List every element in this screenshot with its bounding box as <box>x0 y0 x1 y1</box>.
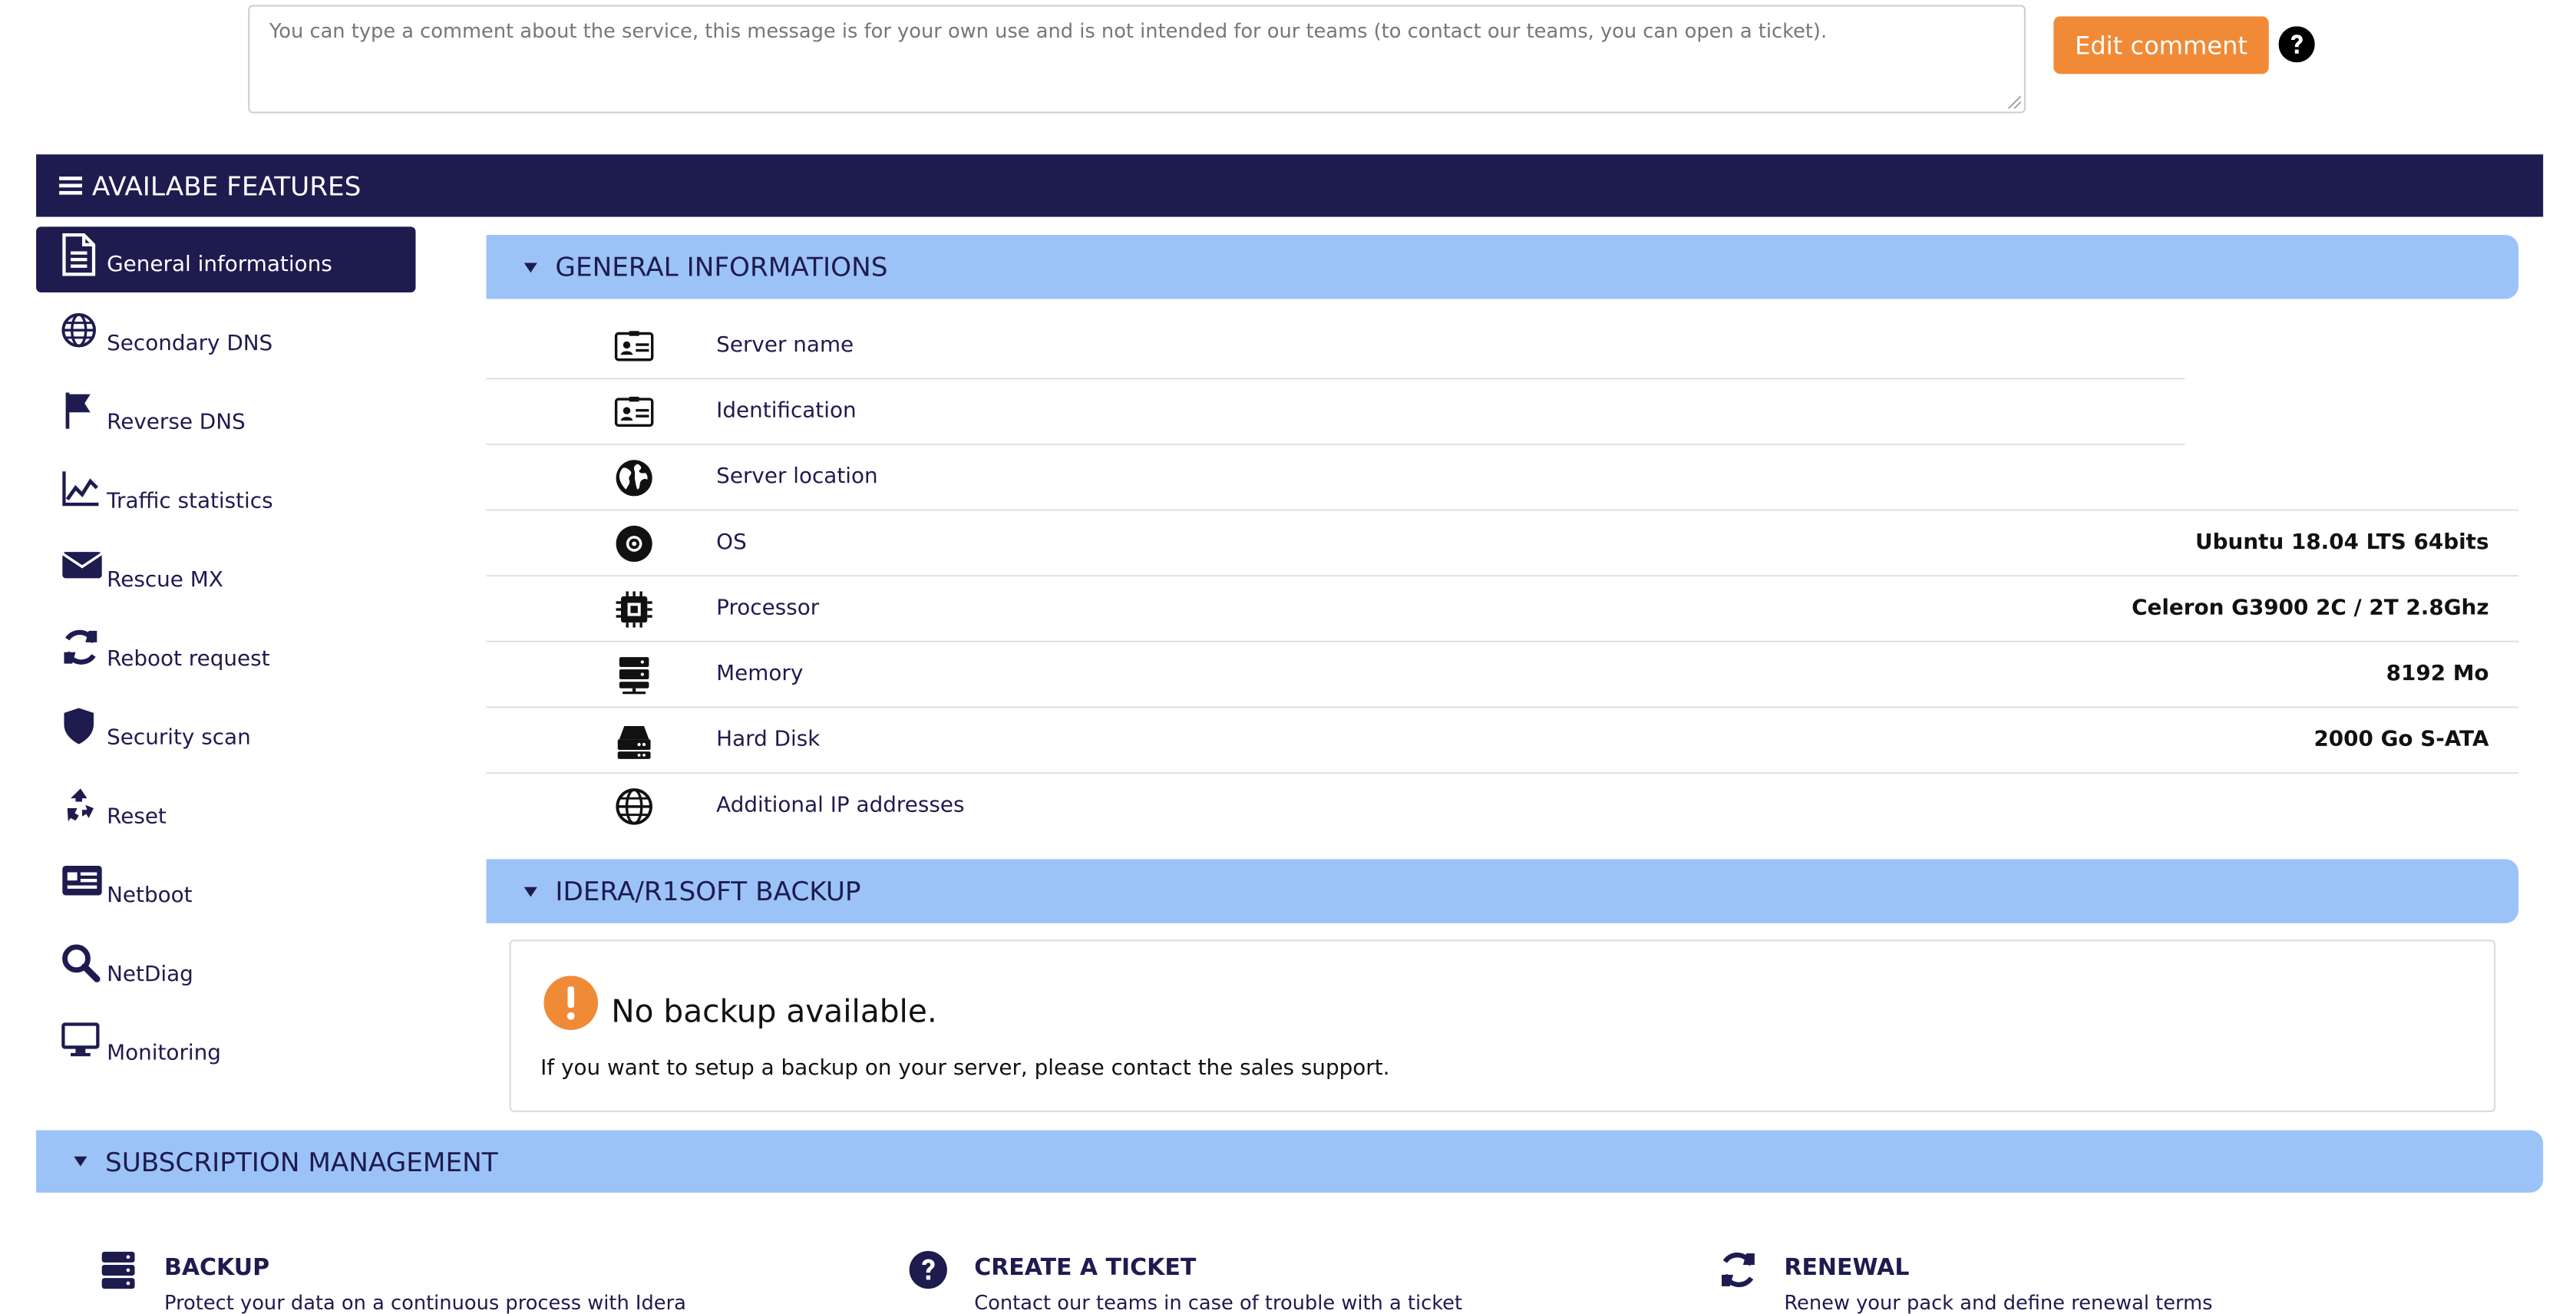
globe-icon <box>616 788 652 825</box>
row-label: Hard Disk <box>716 728 821 753</box>
features-title: AVAILABE FEATURES <box>91 170 362 202</box>
disc-icon <box>616 525 652 562</box>
caret-down-icon <box>74 1156 88 1167</box>
menu-icon <box>59 177 83 195</box>
row-value: Ubuntu 18.04 LTS 64bits <box>2195 530 2489 556</box>
sidebar-item-netboot[interactable]: Netboot <box>36 857 415 923</box>
section-title: IDERA/R1SOFT BACKUP <box>555 875 861 907</box>
sidebar-item-reboot-request[interactable]: Reboot request <box>36 621 415 687</box>
document-icon <box>62 233 96 276</box>
sidebar-item-label: Rescue MX <box>107 567 223 593</box>
sidebar-item-rescue-mx[interactable]: Rescue MX <box>36 542 415 608</box>
sidebar-item-label: General informations <box>107 252 332 277</box>
sidebar-item-security-scan[interactable]: Security scan <box>36 700 415 766</box>
info-row-hard-disk: Hard Disk 2000 Go S-ATA <box>486 708 2519 774</box>
refresh-icon <box>64 629 97 665</box>
sidebar-item-label: Reset <box>107 804 167 829</box>
row-label: Identification <box>716 399 857 424</box>
refresh-icon <box>1722 1252 1755 1287</box>
server-icon <box>101 1251 135 1289</box>
sidebar-item-label: Security scan <box>107 725 251 751</box>
exclamation-circle-icon <box>543 976 599 1030</box>
tile-title: CREATE A TICKET <box>974 1255 1197 1282</box>
row-label: Processor <box>716 596 820 622</box>
sidebar-item-traffic-statistics[interactable]: Traffic statistics <box>36 464 415 530</box>
tile-description: Protect your data on a continuous proces… <box>164 1291 686 1314</box>
info-row-additional-ip: Additional IP addresses <box>487 774 2519 840</box>
monitor-icon <box>61 1022 100 1057</box>
chip-icon <box>616 591 652 628</box>
subscription-management-header[interactable]: SUBSCRIPTION MANAGEMENT <box>36 1130 2544 1193</box>
sidebar-item-reset[interactable]: Reset <box>36 779 415 845</box>
row-value: 2000 Go S-ATA <box>2313 728 2489 753</box>
caret-down-icon <box>523 886 537 896</box>
envelope-icon <box>61 552 103 579</box>
backup-message: No backup available. <box>611 993 937 1030</box>
comment-placeholder: You can type a comment about the service… <box>269 19 1828 43</box>
row-label: Server name <box>716 333 854 358</box>
sidebar-item-label: Monitoring <box>107 1040 221 1065</box>
section-title: SUBSCRIPTION MANAGEMENT <box>104 1145 498 1177</box>
caret-down-icon <box>523 262 537 272</box>
id-card-icon <box>62 865 102 896</box>
info-row-processor: Processor Celeron G3900 2C / 2T 2.8Ghz <box>486 576 2519 642</box>
sidebar-item-general-informations[interactable]: General informations <box>36 226 416 292</box>
tile-title: RENEWAL <box>1784 1255 1910 1282</box>
globe-icon <box>61 312 96 348</box>
backup-detail: If you want to setup a backup on your se… <box>540 1056 1390 1081</box>
hdd-icon <box>617 726 651 759</box>
tile-title: BACKUP <box>164 1255 270 1282</box>
sidebar-item-label: Reboot request <box>107 646 270 672</box>
shield-icon <box>64 708 94 744</box>
area-chart-icon <box>62 471 99 507</box>
section-title: GENERAL INFORMATIONS <box>555 251 888 283</box>
sidebar-item-secondary-dns[interactable]: Secondary DNS <box>36 305 415 371</box>
info-row-server-name: Server name <box>486 314 2519 380</box>
row-label: OS <box>716 530 747 556</box>
sidebar-item-label: NetDiag <box>107 962 193 987</box>
row-label: Additional IP addresses <box>716 793 965 818</box>
flag-icon <box>65 392 91 429</box>
comment-textarea[interactable]: You can type a comment about the service… <box>248 5 2026 114</box>
info-row-identification: Identification <box>486 379 2519 446</box>
server-icon <box>619 657 649 695</box>
info-row-memory: Memory 8192 Mo <box>486 642 2519 708</box>
id-card-icon <box>614 331 654 362</box>
page: You can type a comment about the service… <box>0 0 2576 1314</box>
row-label: Server location <box>716 464 878 490</box>
sidebar-item-reverse-dns[interactable]: Reverse DNS <box>36 385 415 451</box>
question-circle-icon <box>909 1250 947 1289</box>
id-card-icon <box>614 396 654 428</box>
general-informations-header[interactable]: GENERAL INFORMATIONS <box>486 235 2519 299</box>
resize-handle-icon[interactable] <box>2007 95 2021 109</box>
tile-renewal[interactable]: RENEWAL Renew your pack and define renew… <box>1719 1250 2213 1314</box>
info-row-os: OS Ubuntu 18.04 LTS 64bits <box>486 511 2519 577</box>
row-value: 8192 Mo <box>2386 662 2489 687</box>
features-header: AVAILABE FEATURES <box>36 154 2544 217</box>
backup-header[interactable]: IDERA/R1SOFT BACKUP <box>486 859 2519 923</box>
tile-create-ticket[interactable]: CREATE A TICKET Contact our teams in cas… <box>909 1250 1462 1314</box>
edit-comment-button[interactable]: Edit comment <box>2053 16 2269 74</box>
earth-icon <box>616 460 652 497</box>
row-label: Memory <box>716 662 804 687</box>
backup-panel: No backup available. If you want to setu… <box>509 939 2496 1112</box>
sidebar-item-label: Reverse DNS <box>107 410 246 435</box>
sidebar-item-label: Secondary DNS <box>107 331 273 356</box>
tile-backup[interactable]: BACKUP Protect your data on a continuous… <box>98 1250 686 1314</box>
row-value: Celeron G3900 2C / 2T 2.8Ghz <box>2132 596 2489 622</box>
sidebar-item-netdiag[interactable]: NetDiag <box>36 936 415 1002</box>
info-row-server-location: Server location <box>486 445 2519 511</box>
recycle-icon <box>67 788 94 822</box>
tile-description: Renew your pack and define renewal terms <box>1784 1291 2213 1314</box>
sidebar-item-label: Traffic statistics <box>107 488 273 513</box>
search-icon <box>62 944 101 982</box>
tile-description: Contact our teams in case of trouble wit… <box>974 1291 1463 1314</box>
sidebar-item-monitoring[interactable]: Monitoring <box>36 1015 415 1081</box>
question-circle-icon[interactable] <box>2278 26 2315 63</box>
sidebar-item-label: Netboot <box>107 883 193 908</box>
